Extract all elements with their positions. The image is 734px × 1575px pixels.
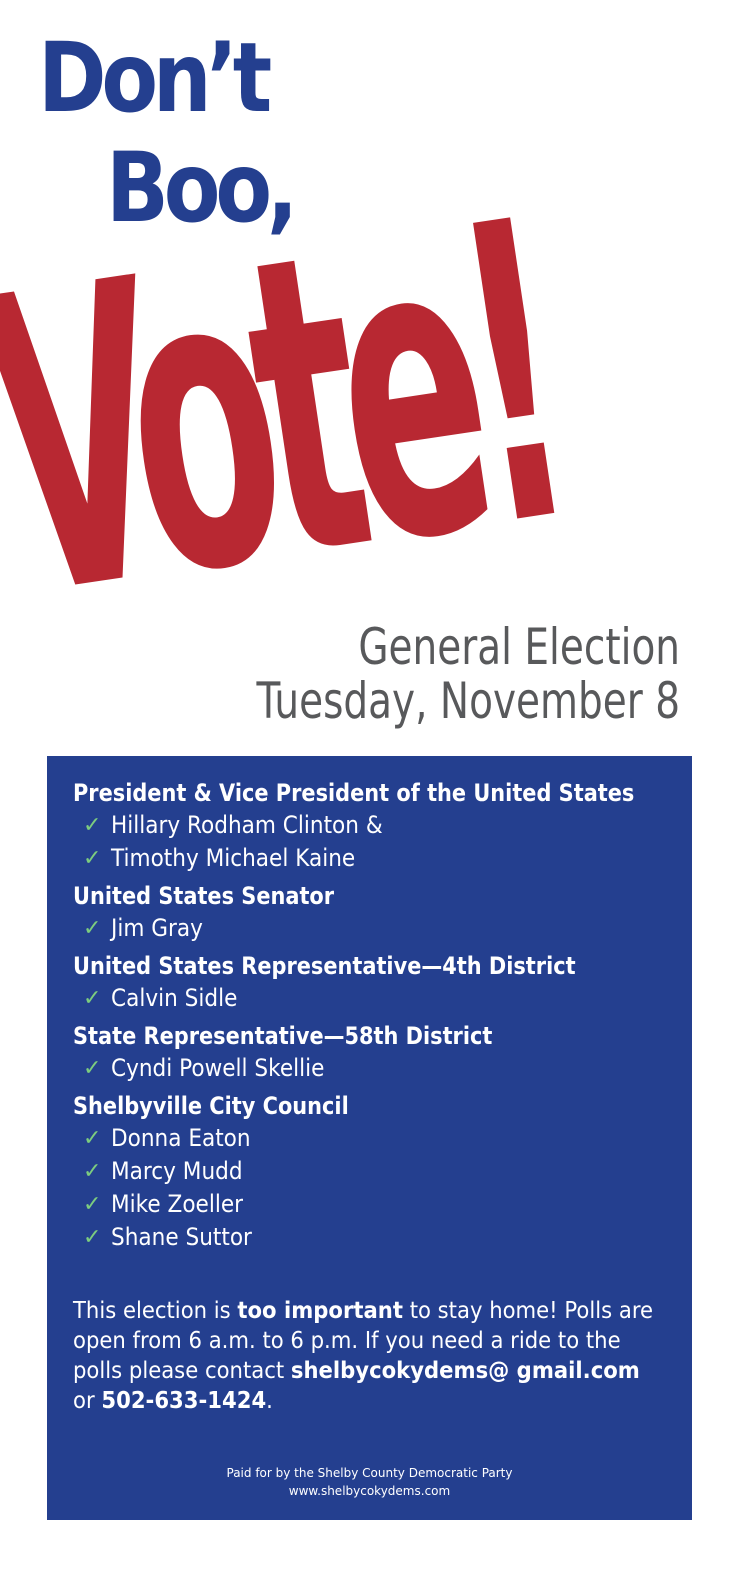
candidate-name: Donna Eaton <box>111 1124 251 1152</box>
candidate-item: ✓ Timothy Michael Kaine <box>73 842 666 875</box>
office-list: President & Vice President of the United… <box>73 778 666 1254</box>
check-icon: ✓ <box>83 916 102 941</box>
candidate-name: Calvin Sidle <box>111 984 238 1012</box>
contact-email: shelbycokydems@ gmail.com <box>290 1358 640 1384</box>
candidate-name: Shane Suttor <box>111 1223 252 1251</box>
contact-phone: 502-633-1424 <box>101 1388 267 1414</box>
check-icon: ✓ <box>83 813 102 838</box>
paid-for-notice: Paid for by the Shelby County Democratic… <box>226 1466 513 1480</box>
note-emphasis: too important <box>237 1298 403 1324</box>
candidate-item: ✓ Jim Gray <box>73 912 666 945</box>
candidate-item: ✓ Shane Suttor <box>73 1221 666 1254</box>
headline-vote: Vote! <box>0 134 581 690</box>
check-icon: ✓ <box>83 1159 102 1184</box>
check-icon: ✓ <box>83 1225 102 1250</box>
candidate-item: ✓ Marcy Mudd <box>73 1155 666 1188</box>
event-date: Tuesday, November 8 <box>256 672 680 730</box>
note-text: or <box>73 1388 102 1414</box>
candidate-item: ✓ Mike Zoeller <box>73 1188 666 1221</box>
check-icon: ✓ <box>83 846 102 871</box>
check-icon: ✓ <box>83 1192 102 1217</box>
candidate-item: ✓ Cyndi Powell Skellie <box>73 1052 666 1085</box>
candidate-name: Marcy Mudd <box>111 1157 243 1185</box>
office-title: President & Vice President of the United… <box>73 779 635 807</box>
candidate-name: Cyndi Powell Skellie <box>111 1054 325 1082</box>
website: www.shelbycokydems.com <box>288 1484 451 1498</box>
headline-dont: Don’t <box>38 22 272 134</box>
ballot-panel: President & Vice President of the United… <box>47 756 692 1520</box>
candidate-name: Timothy Michael Kaine <box>111 844 356 872</box>
event-info: General Election Tuesday, November 8 <box>137 620 680 728</box>
event-title: General Election <box>358 618 680 676</box>
office-title: Shelbyville City Council <box>73 1092 349 1120</box>
footer: Paid for by the Shelby County Democratic… <box>47 1464 692 1500</box>
candidate-item: ✓ Calvin Sidle <box>73 982 666 1015</box>
office-title: United States Representative—4th Distric… <box>73 952 576 980</box>
candidate-name: Hillary Rodham Clinton & <box>111 811 383 839</box>
candidate-name: Jim Gray <box>111 914 203 942</box>
candidate-item: ✓ Hillary Rodham Clinton & <box>73 809 666 842</box>
candidate-item: ✓ Donna Eaton <box>73 1122 666 1155</box>
check-icon: ✓ <box>83 1056 102 1081</box>
office-title: State Representative—58th District <box>73 1022 493 1050</box>
office-title: United States Senator <box>73 882 335 910</box>
note-text: . <box>266 1388 273 1414</box>
note-text: This election is <box>73 1298 238 1324</box>
check-icon: ✓ <box>83 986 102 1011</box>
voting-note: This election is too important to stay h… <box>73 1296 662 1416</box>
check-icon: ✓ <box>83 1126 102 1151</box>
candidate-name: Mike Zoeller <box>111 1190 244 1218</box>
